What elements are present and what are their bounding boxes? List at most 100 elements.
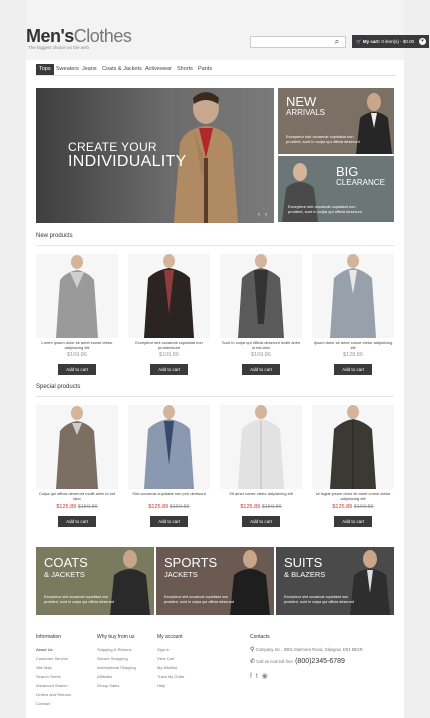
chevron-right-icon[interactable]: › [265,212,269,218]
footer-link[interactable]: Help [157,683,165,688]
promo-title-2: ARRIVALS [286,108,325,117]
product-image[interactable] [312,405,394,489]
nav-item-pants[interactable]: Pants [195,64,215,75]
tagline: The biggest choice on the web [28,45,90,50]
product-name[interactable]: Sint occaecat cupidatat non proi dentsun… [128,491,210,496]
product-price: $109.86 [67,352,87,358]
footer-link[interactable]: Group Sales [97,683,119,688]
promo-text: Excepteur sint occaecat cupidatat non pr… [288,204,362,214]
add-to-cart-button[interactable]: Add to cart [58,516,96,527]
old-price: $159.86 [169,504,190,510]
footer-link[interactable]: Site Map [36,665,52,670]
nav-item-sweaters[interactable]: Sweaters [53,64,82,75]
logo-bold-text: Men's [26,26,74,46]
promo-new-arrivals[interactable]: NEW ARRIVALS Excepteur sint occaecat cup… [278,88,394,154]
product-card[interactable]: Ipsum dolor sit amet conse ctetur adipis… [312,254,394,379]
page-background-left [0,0,26,718]
chevron-down-icon: ▾ [419,38,426,45]
old-price: $169.86 [353,504,374,510]
twitter-icon[interactable]: t [256,673,258,680]
product-card[interactable]: Culpa qui officia deserunt mollit anim i… [36,405,118,530]
add-to-cart-button[interactable]: Add to cart [334,516,372,527]
search-icon[interactable]: ⌕ [327,36,347,48]
banner-title-2: & JACKETS [44,570,85,579]
banner-title-1: SUITS [284,555,323,570]
footer-link[interactable]: Secure Shopping [97,656,128,661]
product-image[interactable] [220,254,302,338]
contact-phone: ✆ Call us now toll free: (800)2345-6789 [250,658,345,665]
add-to-cart-button[interactable]: Add to cart [58,364,96,375]
cart-icon: 🛒 [356,39,363,44]
footer-link[interactable]: Contact [36,701,50,706]
product-price: $125.89 $159.86 [128,504,210,510]
product-name[interactable]: Ipsum dolor sit amet conse ctetur adipis… [312,340,394,350]
promo-big-clearance[interactable]: BIG CLEARANCE Excepteur sint occaecat cu… [278,156,394,222]
product-card[interactable]: Excepteur sint occaecat cupidatat non pr… [128,254,210,379]
logo-light-text: Clothes [73,26,132,46]
logo[interactable]: Men'sClothes [26,26,132,47]
product-name[interactable]: Lorem ipsum dolor sit amet conse ctetur … [36,340,118,350]
banner-text: Excepteur sint occaecat cupidatat non pr… [284,595,355,604]
banner-suits-blazers[interactable]: SUITS & BLAZERS Excepteur sint occaecat … [276,547,394,615]
call-label: Call us now toll free: [256,659,294,664]
banner-coats-jackets[interactable]: COATS & JACKETS Excepteur sint occaecat … [36,547,154,615]
footer-link[interactable]: Search Terms [36,674,61,679]
contact-address: ⚲ Company Inc., 8901 Marmora Road, Glasg… [250,646,364,653]
footer-link[interactable]: Track My Order [157,674,185,679]
nav-item-activewear[interactable]: Activewear [142,64,175,75]
footer-link[interactable]: Advanced Search [36,683,68,688]
footer-link[interactable]: International Shipping [97,665,136,670]
hero-slider[interactable]: CREATE YOUR INDIVIDUALITY ‹ › [36,88,274,223]
nav-item-shorts[interactable]: Shorts [174,64,196,75]
cart-button[interactable]: 🛒 My cart: 0 item(s) - $0.00 ▾ [352,35,429,48]
product-card[interactable]: Sit amet conse ctetur adipisicing elit $… [220,405,302,530]
chevron-left-icon[interactable]: ‹ [258,212,262,218]
product-card[interactable]: Ut fugiat ipsum dolor sit amet conse cte… [312,405,394,530]
footer-link[interactable]: Orders and Returns [36,692,71,697]
product-price: $125.89 $159.86 [36,504,118,510]
banner-text: Excepteur sint occaecat cupidatat non pr… [164,595,235,604]
footer-link[interactable]: My Wishlist [157,665,177,670]
sale-price: $125.89 [56,504,77,510]
product-card[interactable]: Lorem ipsum dolor sit amet conse ctetur … [36,254,118,379]
product-image[interactable] [128,405,210,489]
product-name[interactable]: Sunt in culpa qui officia deserunt molli… [220,340,302,350]
page-background-right [404,0,430,718]
product-price: $128.86 [343,352,363,358]
footer-link[interactable]: Customer Service [36,656,68,661]
banner-text: Excepteur sint occaecat cupidatat non pr… [44,595,115,604]
footer-link[interactable]: Affiliates [97,674,112,679]
product-image[interactable] [36,254,118,338]
banner-sports-jackets[interactable]: SPORTS JACKETS Excepteur sint occaecat c… [156,547,274,615]
sale-price: $125.89 [148,504,169,510]
map-pin-icon: ⚲ [250,647,255,653]
product-name[interactable]: Excepteur sint occaecat cupidatat non pr… [128,340,210,350]
product-image[interactable] [36,405,118,489]
cart-label: My cart: [362,39,381,44]
product-name[interactable]: Ut fugiat ipsum dolor sit amet conse cte… [312,491,394,501]
add-to-cart-button[interactable]: Add to cart [334,364,372,375]
nav-item-coats-jackets[interactable]: Coats & Jackets [99,64,145,75]
add-to-cart-button[interactable]: Add to cart [242,364,280,375]
product-image[interactable] [128,254,210,338]
add-to-cart-button[interactable]: Add to cart [242,516,280,527]
facebook-icon[interactable]: f [250,673,252,680]
nav-item-tops[interactable]: Tops [36,64,54,75]
product-card[interactable]: Sunt in culpa qui officia deserunt molli… [220,254,302,379]
hero-line-1: CREATE YOUR [68,140,157,154]
product-image[interactable] [312,254,394,338]
product-price: $125.89 $159.86 [220,504,302,510]
add-to-cart-button[interactable]: Add to cart [150,516,188,527]
product-card[interactable]: Sint occaecat cupidatat non proi dentsun… [128,405,210,530]
add-to-cart-button[interactable]: Add to cart [150,364,188,375]
product-image[interactable] [220,405,302,489]
nav-item-jeans[interactable]: Jeans [79,64,100,75]
product-name[interactable]: Sit amet conse ctetur adipisicing elit [220,491,302,496]
cart-value: 0 item(s) - $0.00 [381,39,415,44]
product-name[interactable]: Culpa qui officia deserunt mollit anim i… [36,491,118,501]
footer-link[interactable]: Sign In [157,647,169,652]
rss-icon[interactable]: ◉ [262,673,268,680]
footer-link[interactable]: About Us [36,647,52,652]
footer-link[interactable]: View Cart [157,656,174,661]
footer-link[interactable]: Shipping & Returns [97,647,131,652]
